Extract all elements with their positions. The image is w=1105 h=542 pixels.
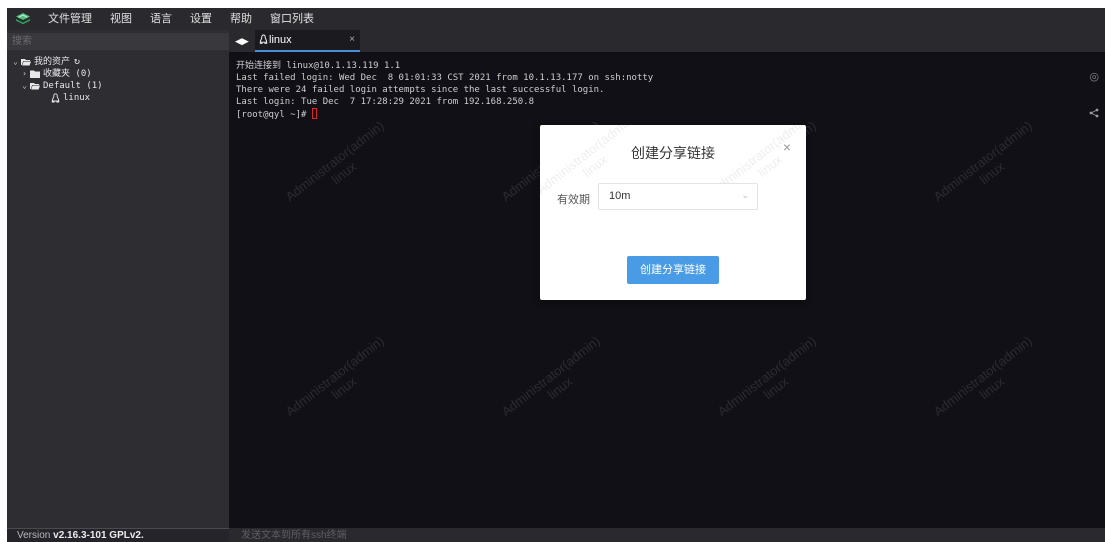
tab-scroll-arrows-icon[interactable]: ◀▶: [235, 30, 251, 52]
sidebar: ⌄ 我的资产 ↻ › 收藏夹 (0) ⌄ Default (1) linux V…: [7, 30, 229, 542]
version-prefix: Version: [17, 530, 54, 541]
watermark: Administrator(admin)linux: [714, 333, 819, 420]
watermark: Administrator(admin)linux: [282, 118, 387, 205]
menu-help[interactable]: 帮助: [221, 8, 261, 30]
menu-window-list[interactable]: 窗口列表: [261, 8, 323, 30]
command-bar: [229, 528, 1105, 542]
tree-item-favorites[interactable]: › 收藏夹 (0): [7, 68, 229, 80]
search-input[interactable]: [7, 33, 229, 50]
chevron-right-icon[interactable]: ›: [20, 68, 29, 80]
terminal-output: 开始连接到 linux@10.1.13.119 1.1 Last failed …: [236, 60, 653, 120]
terminal-line: 开始连接到 linux@10.1.13.119 1.1: [236, 61, 401, 71]
terminal-prompt: [root@qyl ~]#: [236, 110, 312, 120]
tree-label-default: Default (1): [43, 81, 103, 91]
linux-icon: [51, 93, 60, 103]
tree-label-my-assets: 我的资产: [34, 57, 71, 67]
tree-item-default[interactable]: ⌄ Default (1): [7, 80, 229, 92]
broadcast-command-input[interactable]: [241, 528, 741, 542]
close-icon[interactable]: ×: [349, 30, 355, 50]
tab-bar: ◀▶ linux ×: [229, 30, 1105, 52]
folder-open-icon: [30, 83, 40, 90]
menu-language[interactable]: 语言: [141, 8, 181, 30]
chevron-down-icon[interactable]: ⌄: [20, 80, 29, 92]
folder-icon: [30, 70, 40, 78]
refresh-icon[interactable]: ↻: [74, 56, 80, 68]
terminal-cursor: [311, 108, 317, 119]
terminal-line: Last login: Tue Dec 7 17:28:29 2021 from…: [236, 97, 535, 107]
tree-item-host-linux[interactable]: linux: [7, 92, 229, 104]
menu-view[interactable]: 视图: [101, 8, 141, 30]
version-footer: Version v2.16.3-101 GPLv2.: [7, 528, 229, 542]
terminal-line: There were 24 failed login attempts sinc…: [236, 85, 605, 95]
settings-circle-icon[interactable]: ◎: [1089, 70, 1099, 83]
dialog-title: 创建分享链接: [631, 145, 715, 161]
tree-item-my-assets[interactable]: ⌄ 我的资产 ↻: [7, 56, 229, 68]
watermark: Administrator(admin)linux: [282, 333, 387, 420]
app-logo-icon[interactable]: [7, 8, 39, 30]
watermark: Administrator(admin)linux: [498, 333, 603, 420]
validity-value: 10m: [609, 190, 631, 202]
menu-settings[interactable]: 设置: [181, 8, 221, 30]
folder-open-icon: [21, 59, 31, 66]
tree-label-host: linux: [63, 93, 91, 103]
terminal-prompt-line: [root@qyl ~]#: [236, 108, 653, 120]
menu-file-manager[interactable]: 文件管理: [39, 8, 101, 30]
chevron-down-icon: ⌄: [741, 190, 749, 200]
tab-linux[interactable]: linux ×: [255, 30, 360, 52]
asset-tree: ⌄ 我的资产 ↻ › 收藏夹 (0) ⌄ Default (1) linux: [7, 56, 229, 104]
tab-label: linux: [269, 34, 292, 46]
share-link-dialog: Administrator(admin) linux Administrator(…: [540, 125, 806, 300]
watermark: Administrator(admin)linux: [930, 333, 1035, 420]
share-icon[interactable]: [1089, 108, 1099, 121]
terminal-line: Last failed login: Wed Dec 8 01:01:33 CS…: [236, 73, 654, 83]
tree-label-favorites: 收藏夹 (0): [43, 69, 92, 79]
linux-icon: [259, 34, 268, 44]
chevron-down-icon[interactable]: ⌄: [11, 56, 20, 68]
validity-label: 有效期: [557, 194, 590, 206]
create-share-link-button[interactable]: 创建分享链接: [627, 256, 719, 284]
menubar: 文件管理 视图 语言 设置 帮助 窗口列表: [7, 8, 1105, 30]
validity-select[interactable]: 10m ⌄: [598, 183, 758, 210]
close-icon[interactable]: ×: [783, 139, 791, 155]
watermark: Administrator(admin)linux: [930, 118, 1035, 205]
version-number: v2.16.3-101 GPLv2.: [53, 530, 144, 541]
